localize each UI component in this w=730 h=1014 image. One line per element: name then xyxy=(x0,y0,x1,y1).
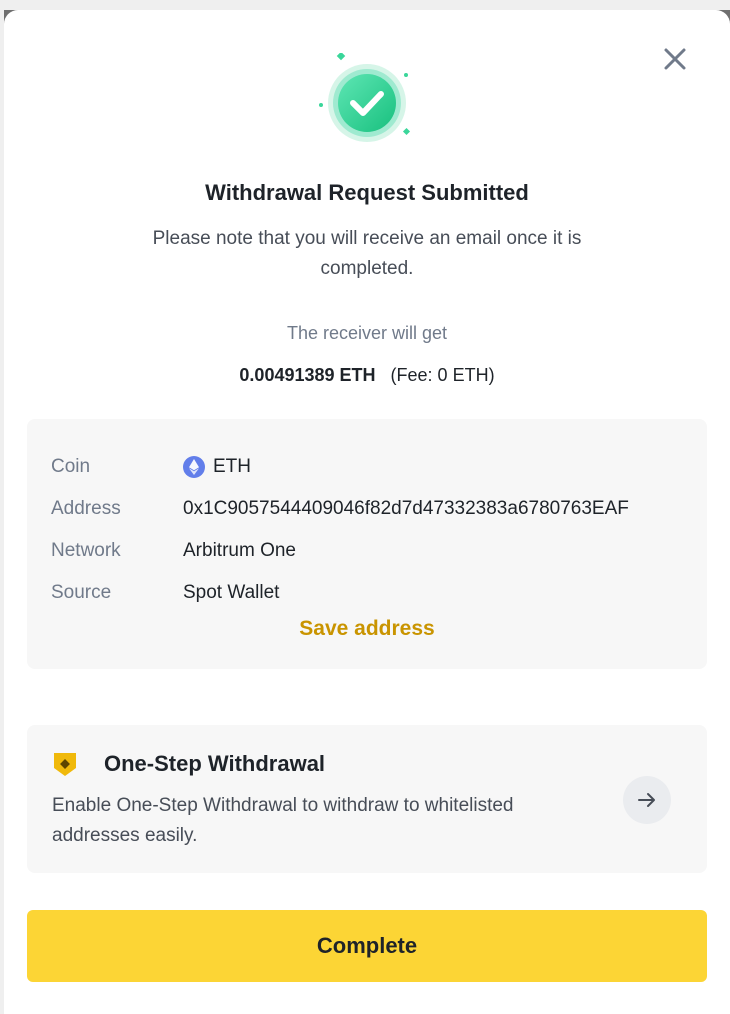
detail-label: Address xyxy=(51,498,121,519)
withdrawal-success-modal: Withdrawal Request Submitted Please note… xyxy=(4,10,730,1014)
background-page-edge xyxy=(0,0,730,10)
receiver-label: The receiver will get xyxy=(286,323,448,343)
shield-icon xyxy=(54,753,76,776)
close-icon xyxy=(664,48,686,70)
detail-row-coin: Coin ETH xyxy=(51,452,251,482)
fee-text: (Fee: 0 ETH) xyxy=(390,365,495,385)
one-step-heading: One-Step Withdrawal xyxy=(104,751,326,776)
success-badge xyxy=(317,51,417,145)
save-address-link[interactable]: Save address xyxy=(27,617,707,641)
receive-amount-line: 0.00491389 ETH (Fee: 0 ETH) xyxy=(4,365,730,386)
detail-row-source: Source Spot Wallet xyxy=(51,578,279,608)
modal-subtitle: Please note that you will receive an ema… xyxy=(152,228,582,279)
detail-value: ETH xyxy=(183,456,251,478)
close-button[interactable] xyxy=(660,44,690,74)
withdrawal-details-panel: Coin ETH Address 0x1C9057544409046f82d7d… xyxy=(27,419,707,669)
detail-row-network: Network Arbitrum One xyxy=(51,536,296,566)
arrow-right-icon xyxy=(638,793,655,807)
network-value: Arbitrum One xyxy=(183,540,296,561)
one-step-arrow-button[interactable] xyxy=(623,776,671,824)
detail-label: Network xyxy=(51,540,121,561)
modal-title: Withdrawal Request Submitted xyxy=(205,180,529,205)
detail-label: Coin xyxy=(51,456,91,477)
coin-name: ETH xyxy=(213,456,251,477)
detail-label: Source xyxy=(51,582,112,603)
check-circle-icon xyxy=(319,51,411,142)
receive-amount: 0.00491389 ETH xyxy=(239,365,376,385)
one-step-withdrawal-card[interactable]: One-Step Withdrawal Enable One-Step With… xyxy=(27,725,707,873)
address-value: 0x1C9057544409046f82d7d47332383a6780763E… xyxy=(183,498,629,519)
source-value: Spot Wallet xyxy=(183,582,280,603)
ethereum-icon xyxy=(183,456,205,478)
one-step-description: Enable One-Step Withdrawal to withdraw t… xyxy=(52,795,514,846)
detail-row-address: Address 0x1C9057544409046f82d7d47332383a… xyxy=(51,494,629,524)
complete-button[interactable]: Complete xyxy=(27,910,707,982)
